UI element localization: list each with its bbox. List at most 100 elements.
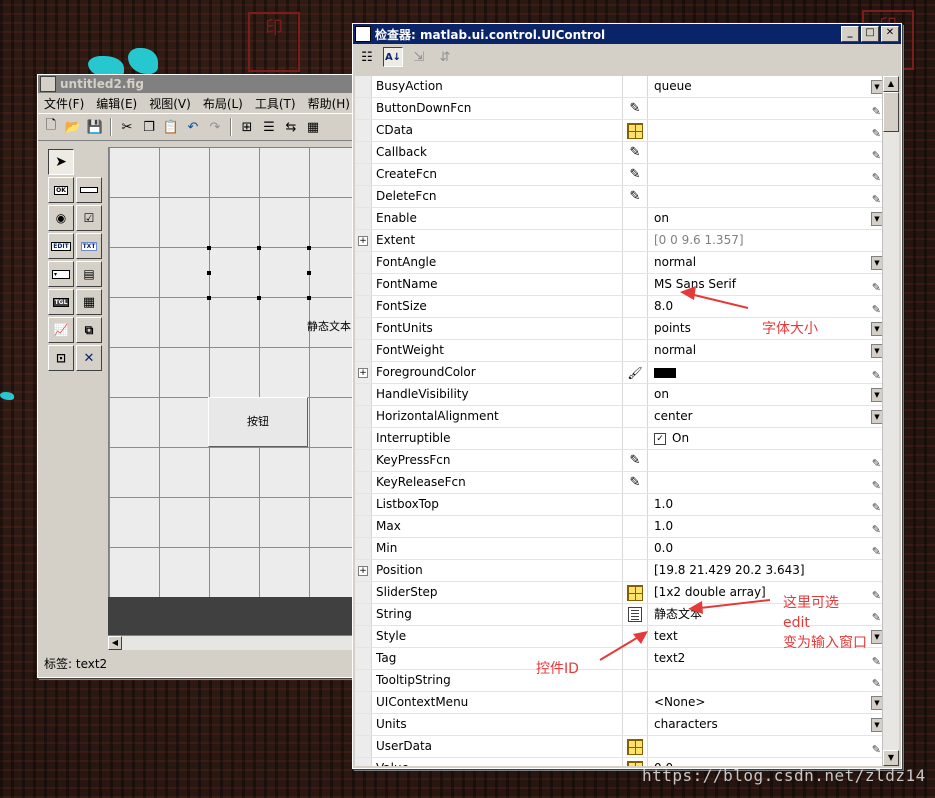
property-value-field[interactable]: 1.0 ✎ <box>648 516 883 537</box>
property-value-field[interactable]: ✎ <box>648 164 883 185</box>
align-icon[interactable]: ⊞ <box>238 118 256 136</box>
expand-plus-icon[interactable]: + <box>358 367 368 378</box>
edit-pencil-icon[interactable]: ✎ <box>872 167 881 188</box>
menu-file[interactable]: 文件(F) <box>38 95 90 112</box>
table-tool-icon[interactable]: ▦ <box>76 289 102 315</box>
edit-pencil-icon[interactable]: ✎ <box>872 277 881 298</box>
edit-pencil-icon[interactable]: ✎ <box>872 607 881 628</box>
function-editor-icon[interactable]: ✎ <box>623 98 648 119</box>
property-row-cdata[interactable]: CData ✎ <box>355 120 883 142</box>
property-row-fontweight[interactable]: FontWeight normal ▼ <box>355 340 883 362</box>
property-value-field[interactable]: ✎ <box>648 736 883 757</box>
property-value-field[interactable]: <None> ▼ <box>648 692 883 713</box>
collapse-all-icon[interactable]: ⇵ <box>435 47 455 67</box>
button-group-tool-icon[interactable]: ⊡ <box>48 345 74 371</box>
property-value-field[interactable]: ✎ <box>648 450 883 471</box>
property-row-handlevisibility[interactable]: HandleVisibility on ▼ <box>355 384 883 406</box>
property-row-tooltipstring[interactable]: TooltipString ✎ <box>355 670 883 692</box>
radiobutton-tool-icon[interactable]: ◉ <box>48 205 74 231</box>
property-row-value[interactable]: Value 0.0✎ <box>355 758 883 766</box>
array-editor-icon[interactable] <box>623 758 648 766</box>
property-row-interruptible[interactable]: Interruptible ✓ On <box>355 428 883 450</box>
array-editor-icon[interactable] <box>623 120 648 141</box>
scroll-up-icon[interactable]: ▲ <box>883 76 899 92</box>
array-editor-icon[interactable] <box>623 736 648 757</box>
open-folder-icon[interactable]: 📂 <box>64 118 82 136</box>
edit-pencil-icon[interactable]: ✎ <box>872 299 881 320</box>
panel-tool-icon[interactable]: ⧉ <box>76 317 102 343</box>
property-row-keyreleasefcn[interactable]: KeyReleaseFcn ✎ ✎ <box>355 472 883 494</box>
property-value-field[interactable]: ✎ <box>648 472 883 493</box>
row-expander[interactable]: + <box>355 230 372 251</box>
menu-editor-icon[interactable]: ☰ <box>260 118 278 136</box>
property-value-field[interactable]: ✎ <box>648 362 883 383</box>
edit-pencil-icon[interactable]: ✎ <box>872 475 881 496</box>
edit-pencil-icon[interactable]: ✎ <box>872 101 881 122</box>
maximize-button[interactable]: □ <box>861 26 879 42</box>
property-row-busyaction[interactable]: BusyAction queue ▼ <box>355 76 883 98</box>
checkbox-icon[interactable]: ✓ <box>654 432 666 445</box>
undo-icon[interactable]: ↶ <box>184 118 202 136</box>
menu-tools[interactable]: 工具(T) <box>249 95 302 112</box>
property-value-field[interactable]: on ▼ <box>648 384 883 405</box>
pushbutton-control[interactable]: 按钮 <box>208 397 308 447</box>
static-text-tool-icon[interactable]: TXT <box>76 233 102 259</box>
save-icon[interactable]: 💾 <box>86 118 104 136</box>
pushbutton-tool-icon[interactable]: OK <box>48 177 74 203</box>
toolbar-editor-icon[interactable]: ▦ <box>304 118 322 136</box>
property-row-listboxtop[interactable]: ListboxTop 1.0 ✎ <box>355 494 883 516</box>
property-row-enable[interactable]: Enable on ▼ <box>355 208 883 230</box>
string-editor-icon[interactable] <box>623 604 648 625</box>
listbox-tool-icon[interactable]: ▤ <box>76 261 102 287</box>
property-row-max[interactable]: Max 1.0 ✎ <box>355 516 883 538</box>
popup-menu-tool-icon[interactable]: ▾ <box>48 261 74 287</box>
property-value-field[interactable]: [1x2 double array] ✎ <box>648 582 883 603</box>
scroll-left-icon[interactable]: ◀ <box>108 636 122 650</box>
property-value-field[interactable]: characters ▼ <box>648 714 883 735</box>
function-editor-icon[interactable]: ✎ <box>623 186 648 207</box>
property-value-field[interactable]: ✓ On <box>648 428 883 449</box>
redo-icon[interactable]: ↷ <box>206 118 224 136</box>
property-value-field[interactable]: MS Sans Serif ✎ <box>648 274 883 295</box>
edit-pencil-icon[interactable]: ✎ <box>872 651 881 672</box>
cut-icon[interactable]: ✂ <box>118 118 136 136</box>
checkbox-tool-icon[interactable]: ☑ <box>76 205 102 231</box>
alphabetical-sort-icon[interactable]: A↓ <box>383 47 403 67</box>
edit-pencil-icon[interactable]: ✎ <box>872 123 881 144</box>
edit-pencil-icon[interactable]: ✎ <box>872 739 881 760</box>
property-row-position[interactable]: + Position [19.8 21.429 20.2 3.643] <box>355 560 883 582</box>
property-value-field[interactable]: ✎ <box>648 670 883 691</box>
edit-pencil-icon[interactable]: ✎ <box>872 541 881 562</box>
scroll-thumb[interactable] <box>883 92 899 132</box>
property-row-uicontextmenu[interactable]: UIContextMenu <None> ▼ <box>355 692 883 714</box>
property-value-field[interactable]: ✎ <box>648 98 883 119</box>
function-editor-icon[interactable]: ✎ <box>623 164 648 185</box>
minimize-button[interactable]: _ <box>841 26 859 42</box>
edit-text-tool-icon[interactable]: EDIT <box>48 233 74 259</box>
function-editor-icon[interactable]: ✎ <box>623 450 648 471</box>
property-value-field[interactable]: [19.8 21.429 20.2 3.643] <box>648 560 883 581</box>
expand-plus-icon[interactable]: + <box>358 565 368 576</box>
horizontal-scrollbar[interactable]: ◀ <box>108 635 358 650</box>
menu-edit[interactable]: 编辑(E) <box>90 95 143 112</box>
property-row-min[interactable]: Min 0.0 ✎ <box>355 538 883 560</box>
tab-order-icon[interactable]: ⇆ <box>282 118 300 136</box>
edit-pencil-icon[interactable]: ✎ <box>872 189 881 210</box>
property-row-userdata[interactable]: UserData ✎ <box>355 736 883 758</box>
property-row-buttondownfcn[interactable]: ButtonDownFcn ✎ ✎ <box>355 98 883 120</box>
menu-layout[interactable]: 布局(L) <box>197 95 249 112</box>
property-value-field[interactable]: ✎ <box>648 120 883 141</box>
vertical-scrollbar[interactable]: ▲ ▼ <box>882 76 899 766</box>
edit-pencil-icon[interactable]: ✎ <box>872 673 881 694</box>
property-row-fontname[interactable]: FontName MS Sans Serif ✎ <box>355 274 883 296</box>
property-value-field[interactable]: ✎ <box>648 186 883 207</box>
property-row-fontsize[interactable]: FontSize 8.0 ✎ <box>355 296 883 318</box>
property-row-units[interactable]: Units characters ▼ <box>355 714 883 736</box>
property-row-keypressfcn[interactable]: KeyPressFcn ✎ ✎ <box>355 450 883 472</box>
menu-view[interactable]: 视图(V) <box>143 95 197 112</box>
property-value-field[interactable]: 0.0✎ <box>648 758 883 766</box>
edit-pencil-icon[interactable]: ✎ <box>872 519 881 540</box>
property-value-field[interactable]: center ▼ <box>648 406 883 427</box>
copy-icon[interactable]: ❐ <box>140 118 158 136</box>
property-value-field[interactable]: 0.0✎ <box>648 538 883 559</box>
